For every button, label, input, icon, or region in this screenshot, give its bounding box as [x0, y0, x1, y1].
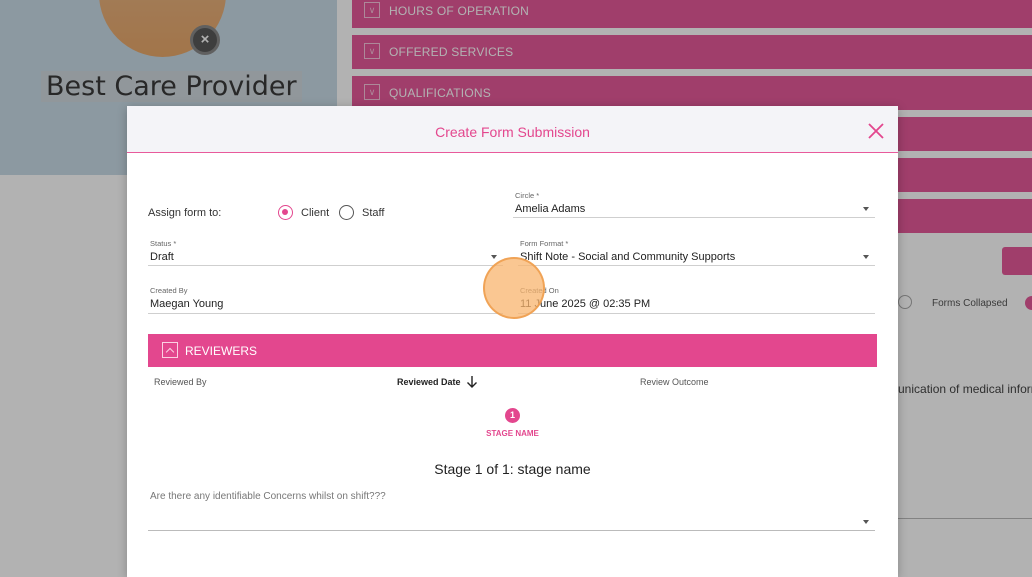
field-label: Form Format * — [520, 239, 569, 248]
form-format-select[interactable]: Form Format * Shift Note - Social and Co… — [518, 239, 875, 266]
created-by-field: Created By Maegan Young — [148, 286, 503, 314]
concerns-answer-select[interactable] — [148, 510, 875, 531]
field-value: Amelia Adams — [515, 203, 586, 215]
assign-staff-radio[interactable]: Staff — [339, 205, 384, 220]
chevron-up-icon — [162, 342, 178, 358]
close-icon[interactable] — [866, 121, 886, 141]
field-label: Created On — [520, 286, 559, 295]
field-label: Status * — [150, 239, 177, 248]
caret-down-icon — [863, 207, 869, 211]
reviewers-section-header[interactable]: REVIEWERS — [148, 334, 877, 367]
status-select[interactable]: Status * Draft — [148, 239, 503, 266]
stage-step-indicator[interactable]: 1 — [505, 408, 520, 423]
radio-unselected-icon[interactable] — [339, 205, 354, 220]
field-label: Created By — [150, 286, 188, 295]
dialog-title: Create Form Submission — [435, 124, 590, 140]
field-value: 11 June 2025 @ 02:35 PM — [520, 298, 651, 310]
field-label: Circle * — [515, 191, 540, 200]
concerns-question-label: Are there any identifiable Concerns whil… — [150, 491, 386, 502]
radio-label: Client — [301, 206, 330, 219]
caret-down-icon — [863, 255, 869, 259]
section-title: REVIEWERS — [185, 344, 258, 358]
assign-client-radio[interactable]: Client — [278, 205, 329, 220]
field-value: Draft — [150, 251, 174, 263]
sort-down-arrow-icon[interactable] — [465, 375, 479, 389]
created-on-field: Created On 11 June 2025 @ 02:35 PM — [518, 286, 875, 314]
col-reviewed-date[interactable]: Reviewed Date — [397, 377, 461, 387]
field-value: Shift Note - Social and Community Suppor… — [520, 251, 736, 263]
circle-select[interactable]: Circle * Amelia Adams — [513, 191, 875, 218]
stage-heading: Stage 1 of 1: stage name — [434, 461, 591, 477]
field-value: Maegan Young — [150, 298, 224, 310]
assign-form-label: Assign form to: — [148, 207, 222, 219]
create-form-submission-dialog: Create Form Submission Assign form to: C… — [127, 106, 898, 577]
stage-step-label: STAGE NAME — [486, 429, 539, 438]
radio-label: Staff — [362, 206, 385, 219]
caret-down-icon — [863, 520, 869, 524]
dialog-header: Create Form Submission — [127, 106, 898, 153]
col-review-outcome[interactable]: Review Outcome — [640, 377, 709, 387]
radio-selected-icon[interactable] — [278, 205, 293, 220]
col-reviewed-by[interactable]: Reviewed By — [154, 377, 207, 387]
caret-down-icon — [491, 255, 497, 259]
